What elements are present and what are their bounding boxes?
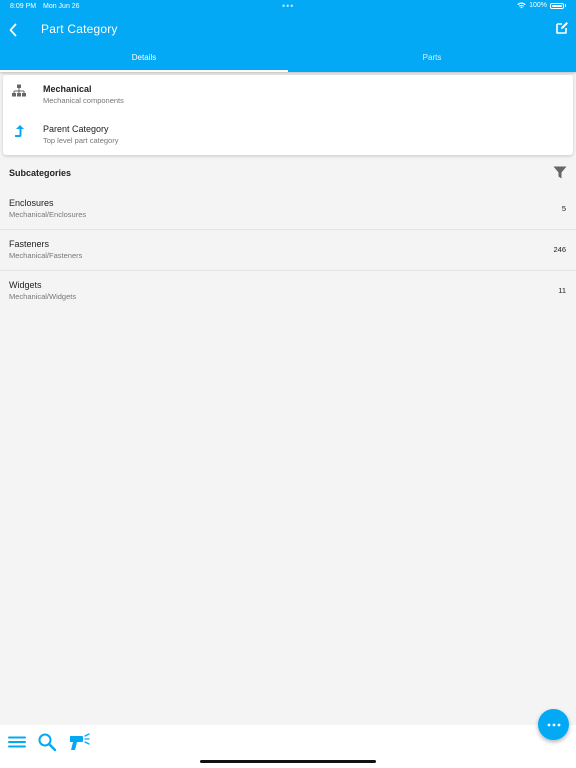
search-icon <box>38 733 57 752</box>
menu-icon <box>8 736 26 748</box>
barcode-scanner-icon <box>70 733 90 750</box>
wifi-icon <box>517 2 526 9</box>
subcategory-count: 11 <box>558 286 566 295</box>
status-date: Mon Jun 26 <box>43 3 80 10</box>
search-button[interactable] <box>36 731 58 753</box>
status-indicators: 100% <box>517 2 566 9</box>
category-description: Mechanical components <box>43 96 124 105</box>
sitemap-icon <box>12 84 26 97</box>
status-bar: 8:09 PM Mon Jun 26 ••• 100% <box>0 0 576 14</box>
battery-icon <box>550 2 564 9</box>
subcategory-path: Mechanical/Enclosures <box>9 210 87 219</box>
level-up-icon <box>15 125 24 137</box>
chevron-left-icon <box>9 23 17 37</box>
more-horizontal-icon <box>547 723 560 726</box>
subcategory-count: 246 <box>553 245 566 254</box>
subcategory-row[interactable]: Fasteners Mechanical/Fasteners 246 <box>0 230 576 271</box>
parent-category-label: Parent Category <box>43 124 109 134</box>
back-button[interactable] <box>4 20 24 40</box>
tab-bar: Details Parts <box>0 48 576 72</box>
subcategory-list: Enclosures Mechanical/Enclosures 5 Faste… <box>0 189 576 312</box>
subcategory-row[interactable]: Widgets Mechanical/Widgets 11 <box>0 271 576 312</box>
status-time: 8:09 PM <box>10 3 37 10</box>
edit-icon <box>556 22 568 34</box>
multitask-dots[interactable]: ••• <box>282 1 294 11</box>
subcategory-name: Fasteners <box>9 239 50 249</box>
home-indicator[interactable] <box>200 760 376 763</box>
filter-icon[interactable] <box>553 166 567 179</box>
menu-button[interactable] <box>6 731 28 753</box>
tab-details[interactable]: Details <box>0 48 288 72</box>
barcode-scan-button[interactable] <box>68 731 90 753</box>
subcategory-name: Enclosures <box>9 198 54 208</box>
subcategory-path: Mechanical/Widgets <box>9 292 77 301</box>
page-title: Part Category <box>41 22 118 36</box>
category-details-card: Mechanical Mechanical components Parent … <box>3 75 573 155</box>
parent-category-row[interactable]: Parent Category Top level part category <box>3 115 573 155</box>
category-name: Mechanical <box>43 84 92 94</box>
edit-button[interactable] <box>554 20 570 36</box>
subcategories-heading: Subcategories <box>9 168 72 178</box>
subcategory-path: Mechanical/Fasteners <box>9 251 83 260</box>
battery-tip <box>565 4 566 7</box>
battery-percent: 100% <box>529 2 547 9</box>
category-info-row: Mechanical Mechanical components <box>3 75 573 115</box>
subcategory-name: Widgets <box>9 280 42 290</box>
app-header: 8:09 PM Mon Jun 26 ••• 100% Part Categor… <box>0 0 576 72</box>
subcategory-count: 5 <box>561 204 566 213</box>
actions-fab[interactable] <box>538 709 569 740</box>
parent-category-description: Top level part category <box>43 136 119 145</box>
tab-parts[interactable]: Parts <box>288 48 576 72</box>
subcategory-row[interactable]: Enclosures Mechanical/Enclosures 5 <box>0 189 576 230</box>
